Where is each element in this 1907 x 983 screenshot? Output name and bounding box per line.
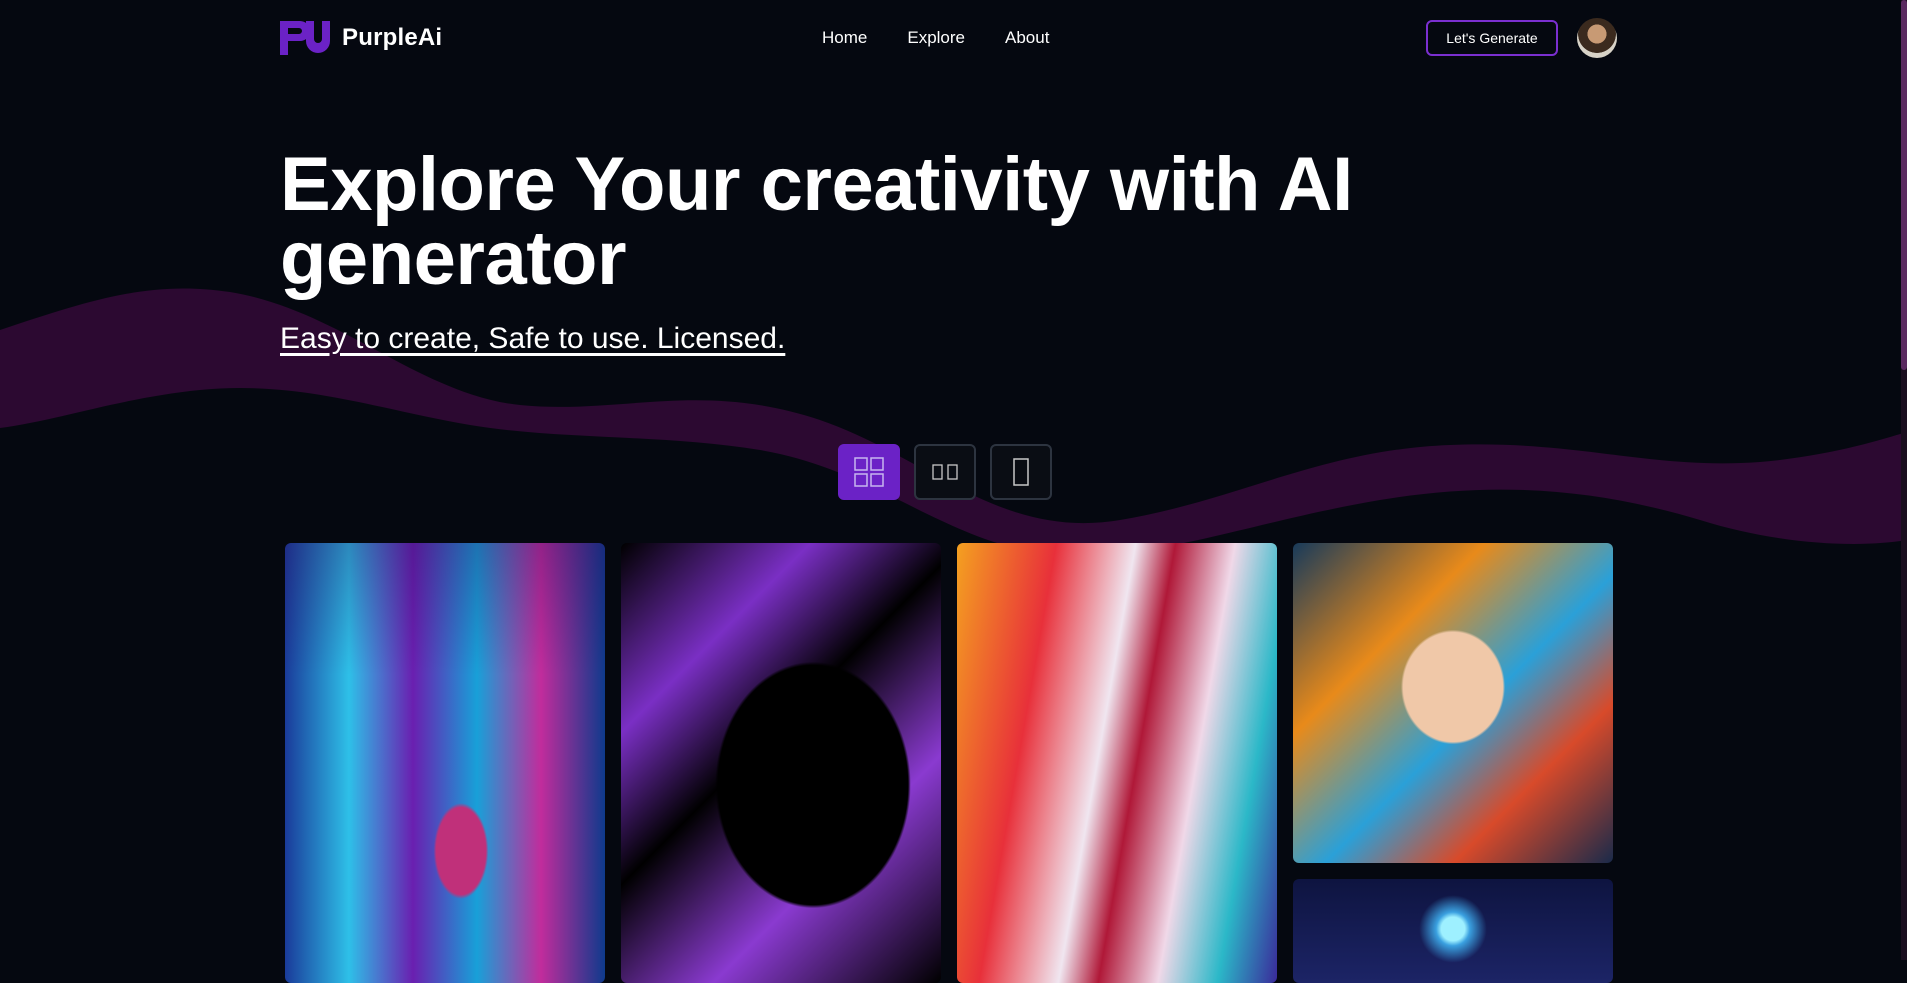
top-navbar: PurpleAi Home Explore About Let's Genera… (280, 18, 1618, 60)
nav-link-explore[interactable]: Explore (907, 28, 965, 48)
lets-generate-button[interactable]: Let's Generate (1426, 20, 1558, 56)
purple-anime-image[interactable] (621, 543, 941, 983)
user-avatar-icon[interactable] (1577, 18, 1617, 58)
grid-2-icon (932, 464, 958, 480)
logo-mark-icon (280, 21, 330, 55)
scrollbar-thumb[interactable] (1901, 0, 1907, 370)
brand-name: PurpleAi (342, 24, 443, 51)
painted-face-portrait-image[interactable] (1293, 543, 1613, 863)
grid-4-view-button[interactable] (838, 444, 900, 500)
hero-section: Explore Your creativity with AI generato… (280, 142, 1480, 356)
nav-link-about[interactable]: About (1005, 28, 1049, 48)
hero-subtitle[interactable]: Easy to create, Safe to use. Licensed. (280, 322, 785, 356)
nav-links: Home Explore About (822, 28, 1049, 48)
abstract-paint-image[interactable] (957, 543, 1277, 983)
grid-1-view-button[interactable] (990, 444, 1052, 500)
neon-city-girl-image[interactable] (285, 543, 605, 983)
nav-link-home[interactable]: Home (822, 28, 867, 48)
layout-toggle-group (838, 444, 1052, 500)
grid-4-icon (854, 457, 884, 487)
grid-2-view-button[interactable] (914, 444, 976, 500)
glowing-orb-image[interactable] (1293, 879, 1613, 983)
hero-title: Explore Your creativity with AI generato… (280, 142, 1353, 301)
grid-1-icon (1013, 458, 1029, 486)
logo[interactable]: PurpleAi (280, 21, 442, 55)
